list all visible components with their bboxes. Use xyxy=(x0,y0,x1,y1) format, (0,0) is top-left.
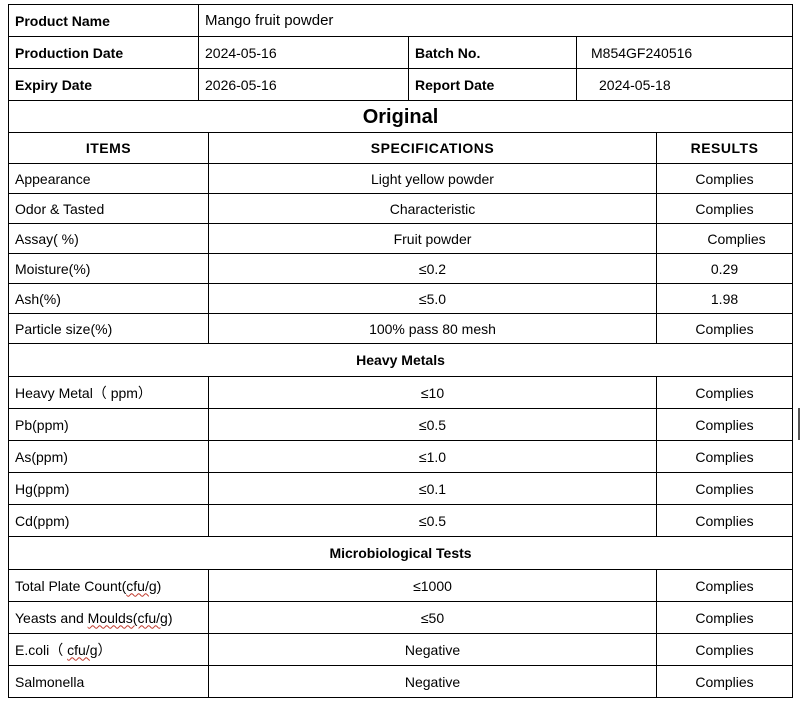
production-date-value: 2024-05-16 xyxy=(198,36,409,69)
spec-cell: ≤0.5 xyxy=(208,408,657,441)
expiry-date-value: 2026-05-16 xyxy=(198,68,409,101)
spec-cell: Fruit powder xyxy=(208,223,657,254)
item-cell: Particle size(%) xyxy=(8,313,209,344)
production-date-label: Production Date xyxy=(8,36,199,69)
item-text: ) xyxy=(156,577,162,594)
result-cell: Complies xyxy=(655,569,794,602)
spec-cell: ≤1000 xyxy=(208,569,657,602)
item-cell: Salmonella xyxy=(8,665,209,698)
spec-cell: Negative xyxy=(208,633,657,666)
spec-cell: Negative xyxy=(208,665,657,698)
table-row: E.coli（ cfu/g） Negative Complies xyxy=(8,633,794,666)
result-cell: Complies xyxy=(655,601,794,634)
spec-cell: ≤50 xyxy=(208,601,657,634)
item-cell: Yeasts and Moulds(cfu/g) xyxy=(8,601,209,634)
spec-cell: ≤0.1 xyxy=(208,472,657,505)
result-cell: 1.98 xyxy=(655,283,794,314)
result-cell: Complies xyxy=(655,440,794,473)
product-name-row: Product Name Mango fruit powder xyxy=(8,4,794,37)
spec-cell: ≤0.5 xyxy=(208,504,657,537)
microbiological-tests-heading: Microbiological Tests xyxy=(7,536,794,570)
spec-cell: ≤0.2 xyxy=(208,253,657,284)
document-title: Original xyxy=(7,100,794,133)
item-cell: Appearance xyxy=(8,163,209,194)
expiry-date-label: Expiry Date xyxy=(8,68,199,101)
section-header-row: Heavy Metals xyxy=(7,343,794,377)
item-cell: Moisture(%) xyxy=(8,253,209,284)
spec-cell: ≤5.0 xyxy=(208,283,657,314)
item-text: E.coli（ xyxy=(15,641,68,658)
header-table: Product Name Mango fruit powder Producti… xyxy=(8,4,794,101)
item-unit-text: Moulds(cfu/g xyxy=(87,609,168,626)
result-cell: Complies xyxy=(655,163,794,194)
table-row: Hg(ppm) ≤0.1 Complies xyxy=(8,472,794,505)
result-cell: Complies xyxy=(655,504,794,537)
item-cell: Hg(ppm) xyxy=(8,472,209,505)
report-date-label: Report Date xyxy=(408,68,577,101)
item-cell: Total Plate Count(cfu/g) xyxy=(8,569,209,602)
table-row: Appearance Light yellow powder Complies xyxy=(8,163,794,194)
item-cell: Pb(ppm) xyxy=(8,408,209,441)
table-row: Ash(%) ≤5.0 1.98 xyxy=(8,283,794,314)
item-cell: Ash(%) xyxy=(8,283,209,314)
item-cell: As(ppm) xyxy=(8,440,209,473)
production-date-row: Production Date 2024-05-16 Batch No. M85… xyxy=(8,36,794,69)
item-text: ） xyxy=(97,641,112,658)
result-cell: 0.29 xyxy=(655,253,794,284)
table-row: As(ppm) ≤1.0 Complies xyxy=(8,440,794,473)
item-unit-text: cfu/g xyxy=(67,641,98,658)
scrollbar-edge xyxy=(798,408,800,440)
result-cell: Complies xyxy=(655,313,794,344)
item-cell: Odor & Tasted xyxy=(8,193,209,224)
column-header-results: RESULTS xyxy=(655,132,794,164)
result-cell: Complies xyxy=(655,633,794,666)
item-cell: Cd(ppm) xyxy=(8,504,209,537)
spec-cell: Characteristic xyxy=(208,193,657,224)
table-row: Salmonella Negative Complies xyxy=(8,665,794,698)
column-header-items: ITEMS xyxy=(8,132,209,164)
table-row: Assay( %) Fruit powder Complies xyxy=(8,223,794,254)
item-text: Yeasts and xyxy=(15,609,88,626)
column-header-row: ITEMS SPECIFICATIONS RESULTS xyxy=(8,132,794,164)
section-header-row: Microbiological Tests xyxy=(7,536,794,570)
item-cell: Assay( %) xyxy=(8,223,209,254)
report-date-value: 2024-05-18 xyxy=(575,68,794,101)
expiry-date-row: Expiry Date 2026-05-16 Report Date 2024-… xyxy=(8,68,794,101)
heavy-metals-heading: Heavy Metals xyxy=(7,343,794,377)
results-table: Original ITEMS SPECIFICATIONS RESULTS Ap… xyxy=(7,100,794,698)
result-cell: Complies xyxy=(655,408,794,441)
table-row: Moisture(%) ≤0.2 0.29 xyxy=(8,253,794,284)
result-cell: Complies xyxy=(655,472,794,505)
table-row: Heavy Metal（ ppm） ≤10 Complies xyxy=(8,376,794,409)
table-row: Odor & Tasted Characteristic Complies xyxy=(8,193,794,224)
item-cell: Heavy Metal（ ppm） xyxy=(8,376,209,409)
batch-no-value: M854GF240516 xyxy=(575,36,794,69)
spec-cell: ≤10 xyxy=(208,376,657,409)
result-cell: Complies xyxy=(655,376,794,409)
spec-cell: Light yellow powder xyxy=(208,163,657,194)
result-cell: Complies xyxy=(655,223,794,254)
spec-cell: ≤1.0 xyxy=(208,440,657,473)
item-text: ) xyxy=(167,609,173,626)
product-name-value: Mango fruit powder xyxy=(197,4,794,37)
table-row: Particle size(%) 100% pass 80 mesh Compl… xyxy=(8,313,794,344)
item-text: Total Plate Count( xyxy=(15,577,127,594)
item-cell: E.coli（ cfu/g） xyxy=(8,633,209,666)
result-cell: Complies xyxy=(655,193,794,224)
item-unit-text: cfu/g xyxy=(126,577,157,594)
table-row: Cd(ppm) ≤0.5 Complies xyxy=(8,504,794,537)
title-row: Original xyxy=(7,100,794,133)
product-name-label: Product Name xyxy=(8,4,199,37)
result-cell: Complies xyxy=(655,665,794,698)
table-row: Total Plate Count(cfu/g) ≤1000 Complies xyxy=(8,569,794,602)
batch-no-label: Batch No. xyxy=(408,36,577,69)
coa-document: Product Name Mango fruit powder Producti… xyxy=(7,4,794,698)
table-row: Yeasts and Moulds(cfu/g) ≤50 Complies xyxy=(8,601,794,634)
column-header-specifications: SPECIFICATIONS xyxy=(208,132,657,164)
spec-cell: 100% pass 80 mesh xyxy=(208,313,657,344)
table-row: Pb(ppm) ≤0.5 Complies xyxy=(8,408,794,441)
